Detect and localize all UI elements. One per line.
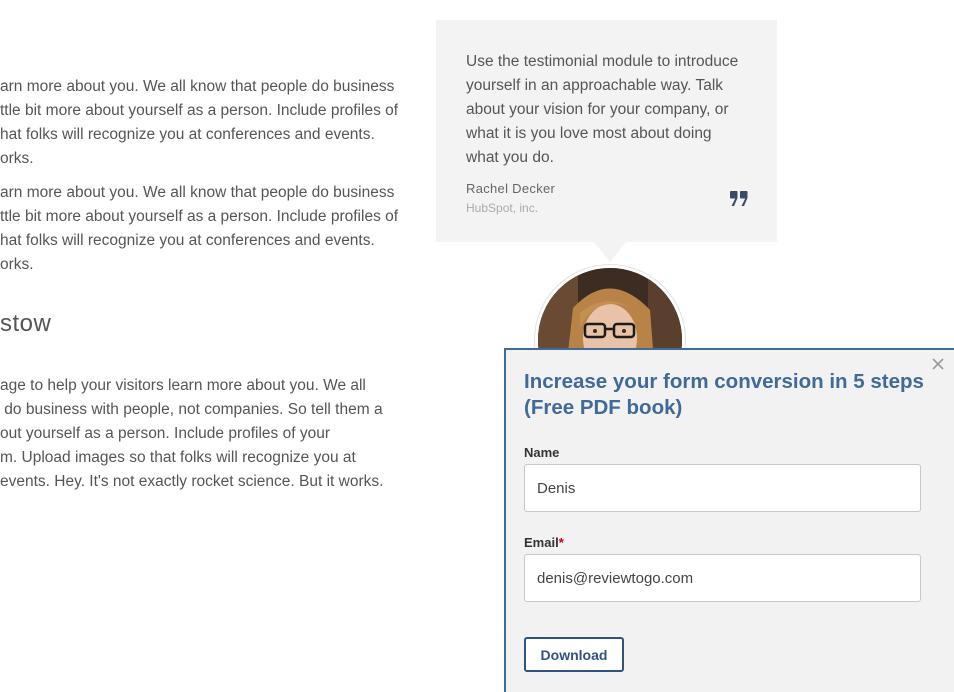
testimonial-card: Use the testimonial module to introduce … <box>436 20 777 262</box>
email-field[interactable] <box>524 554 921 602</box>
download-button[interactable]: Download <box>524 637 624 672</box>
name-label-text: Name <box>524 445 560 460</box>
about-paragraph-3: age to help your visitors learn more abo… <box>0 377 384 490</box>
email-label-text: Email <box>524 535 559 550</box>
popup-title: Increase your form conversion in 5 steps… <box>524 370 924 419</box>
testimonial-quote: Use the testimonial module to introduce … <box>466 53 739 166</box>
quote-icon <box>730 191 748 206</box>
testimonial-company: HubSpot, inc. <box>466 201 539 215</box>
about-content: arn more about you. We all know that peo… <box>0 0 420 692</box>
lead-capture-popup: Increase your form conversion in 5 steps… <box>504 348 954 692</box>
name-field[interactable] <box>524 464 921 512</box>
about-paragraph-2: arn more about you. We all know that peo… <box>0 184 399 273</box>
testimonial-author: Rachel Decker <box>466 181 556 196</box>
name-label: Name <box>524 445 559 460</box>
email-label: Email* <box>524 535 564 550</box>
about-paragraph-1: arn more about you. We all know that peo… <box>0 78 399 167</box>
required-marker: * <box>558 535 564 550</box>
close-icon[interactable] <box>930 356 946 372</box>
section-heading: stow <box>0 310 52 337</box>
